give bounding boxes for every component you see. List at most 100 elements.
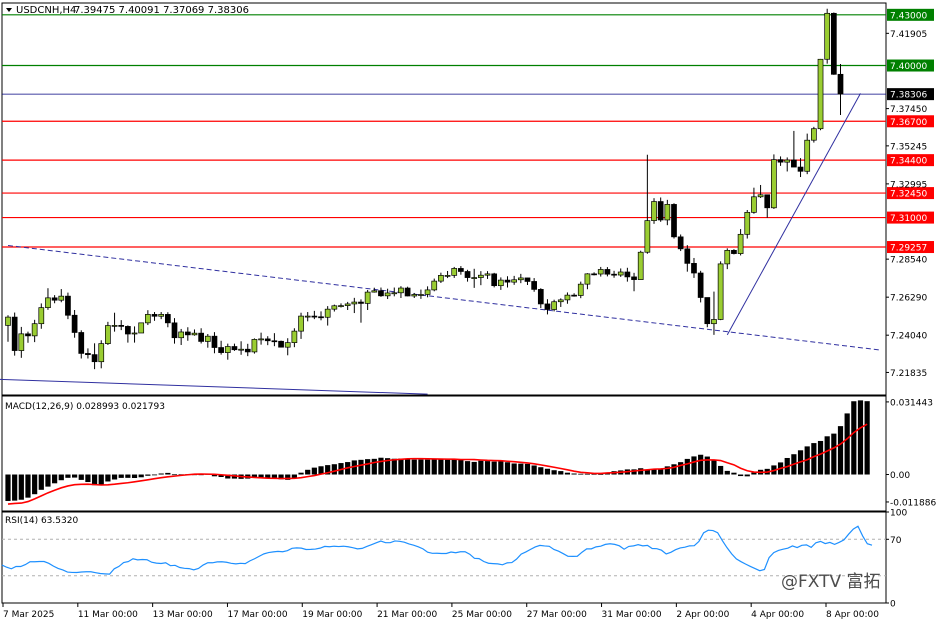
- macd-histogram-bar: [98, 474, 104, 486]
- level-label: 7.40000: [890, 62, 927, 72]
- candle-body: [704, 297, 711, 325]
- rsi-title: RSI(14) 63.5320: [5, 516, 78, 526]
- rsi-panel-frame: [1, 511, 887, 604]
- macd-histogram-bar: [691, 456, 697, 475]
- candle-body: [464, 271, 471, 278]
- macd-histogram-bar: [85, 474, 91, 483]
- macd-histogram-bar: [438, 459, 444, 475]
- level-label: 7.36700: [890, 118, 927, 128]
- candle-body: [637, 251, 644, 280]
- macd-histogram-bar: [551, 470, 557, 475]
- candle-body: [537, 289, 544, 305]
- candle-body: [264, 338, 271, 342]
- candle-body: [364, 291, 371, 304]
- macd-histogram-bar: [544, 468, 551, 475]
- level-label: 7.34400: [890, 157, 927, 167]
- candle-body: [617, 271, 624, 276]
- macd-histogram-bar: [564, 472, 571, 475]
- candle-body: [764, 194, 771, 209]
- candle-body: [85, 353, 91, 355]
- candle-body: [631, 276, 637, 280]
- candle-body: [524, 277, 531, 282]
- candle-body: [5, 316, 11, 326]
- time-axis-label: 13 Mar 00:00: [153, 610, 213, 620]
- candle-body: [271, 340, 278, 343]
- macd-histogram-bar: [358, 459, 364, 475]
- trend-line: [7, 244, 881, 351]
- macd-histogram-bar: [678, 462, 684, 475]
- candle-body: [111, 325, 118, 327]
- candle-body: [737, 233, 744, 254]
- macd-histogram-bar: [45, 474, 51, 487]
- candle-body: [751, 196, 757, 213]
- candle-body: [191, 332, 198, 336]
- candle-body: [611, 273, 617, 276]
- rsi-axis-label: 100: [890, 509, 907, 519]
- candle-body: [298, 315, 304, 332]
- macd-histogram-bar: [864, 401, 870, 475]
- candle-body: [291, 330, 298, 343]
- candle-body: [604, 269, 611, 275]
- candle-body: [258, 338, 264, 341]
- time-axis-label: 4 Apr 00:00: [751, 610, 804, 620]
- symbol-dropdown-icon[interactable]: [6, 8, 12, 12]
- macd-histogram-bar: [12, 474, 18, 501]
- candle-body: [25, 333, 31, 337]
- candle-body: [624, 271, 631, 278]
- price-axis-label: 7.26290: [890, 294, 927, 304]
- candle-body: [551, 301, 557, 310]
- candle-body: [511, 279, 518, 283]
- candle-body: [711, 319, 717, 325]
- macd-histogram-bar: [32, 474, 38, 495]
- macd-histogram-bar: [424, 459, 431, 475]
- candle-body: [371, 290, 378, 293]
- candle-body: [38, 307, 45, 325]
- candle-body: [184, 331, 191, 336]
- candle-body: [65, 295, 71, 316]
- macd-histogram-bar: [498, 461, 504, 475]
- candle-body: [731, 250, 737, 254]
- candle-body: [51, 297, 58, 301]
- candle-body: [664, 204, 671, 221]
- candle-body: [278, 340, 284, 348]
- macd-histogram-bar: [584, 473, 591, 475]
- price-axis-label: 7.28540: [890, 256, 927, 266]
- candle-body: [324, 308, 331, 318]
- candle-body: [98, 343, 105, 363]
- macd-histogram-bar: [731, 472, 737, 475]
- macd-histogram-bar: [18, 474, 24, 500]
- candle-body: [58, 295, 65, 301]
- time-axis-label: 2 Apr 00:00: [676, 610, 729, 620]
- macd-histogram-bar: [378, 457, 384, 475]
- macd-histogram-bar: [418, 459, 424, 475]
- candle-body: [804, 139, 811, 172]
- candle-body: [431, 280, 438, 291]
- candle-body: [484, 273, 491, 276]
- macd-histogram-bar: [58, 474, 64, 481]
- candle-body: [697, 272, 704, 298]
- time-axis-label: 31 Mar 00:00: [602, 610, 662, 620]
- candle-body: [418, 294, 424, 296]
- macd-axis-label: 0.031443: [890, 398, 933, 408]
- rsi-axis-label: 70: [890, 536, 902, 546]
- candle-body: [791, 159, 797, 168]
- candle-body: [491, 273, 498, 287]
- macd-histogram-bar: [411, 459, 417, 475]
- candle-body: [178, 331, 185, 339]
- candle-body: [158, 314, 165, 317]
- macd-histogram-bar: [558, 471, 564, 475]
- candle-body: [145, 314, 151, 324]
- level-label: 7.31000: [890, 214, 927, 224]
- candle-body: [45, 297, 51, 308]
- macd-histogram-bar: [398, 458, 404, 475]
- macd-histogram-bar: [158, 473, 164, 475]
- candle-body: [218, 347, 224, 353]
- macd-histogram-bar: [111, 474, 118, 480]
- rsi-axis-label: 0: [890, 600, 896, 610]
- candle-body: [571, 294, 577, 297]
- time-axis-label: 27 Mar 00:00: [527, 610, 587, 620]
- macd-histogram-bar: [138, 474, 144, 478]
- macd-histogram-bar: [837, 426, 844, 475]
- candle-body: [531, 281, 537, 290]
- candle-body: [797, 166, 804, 172]
